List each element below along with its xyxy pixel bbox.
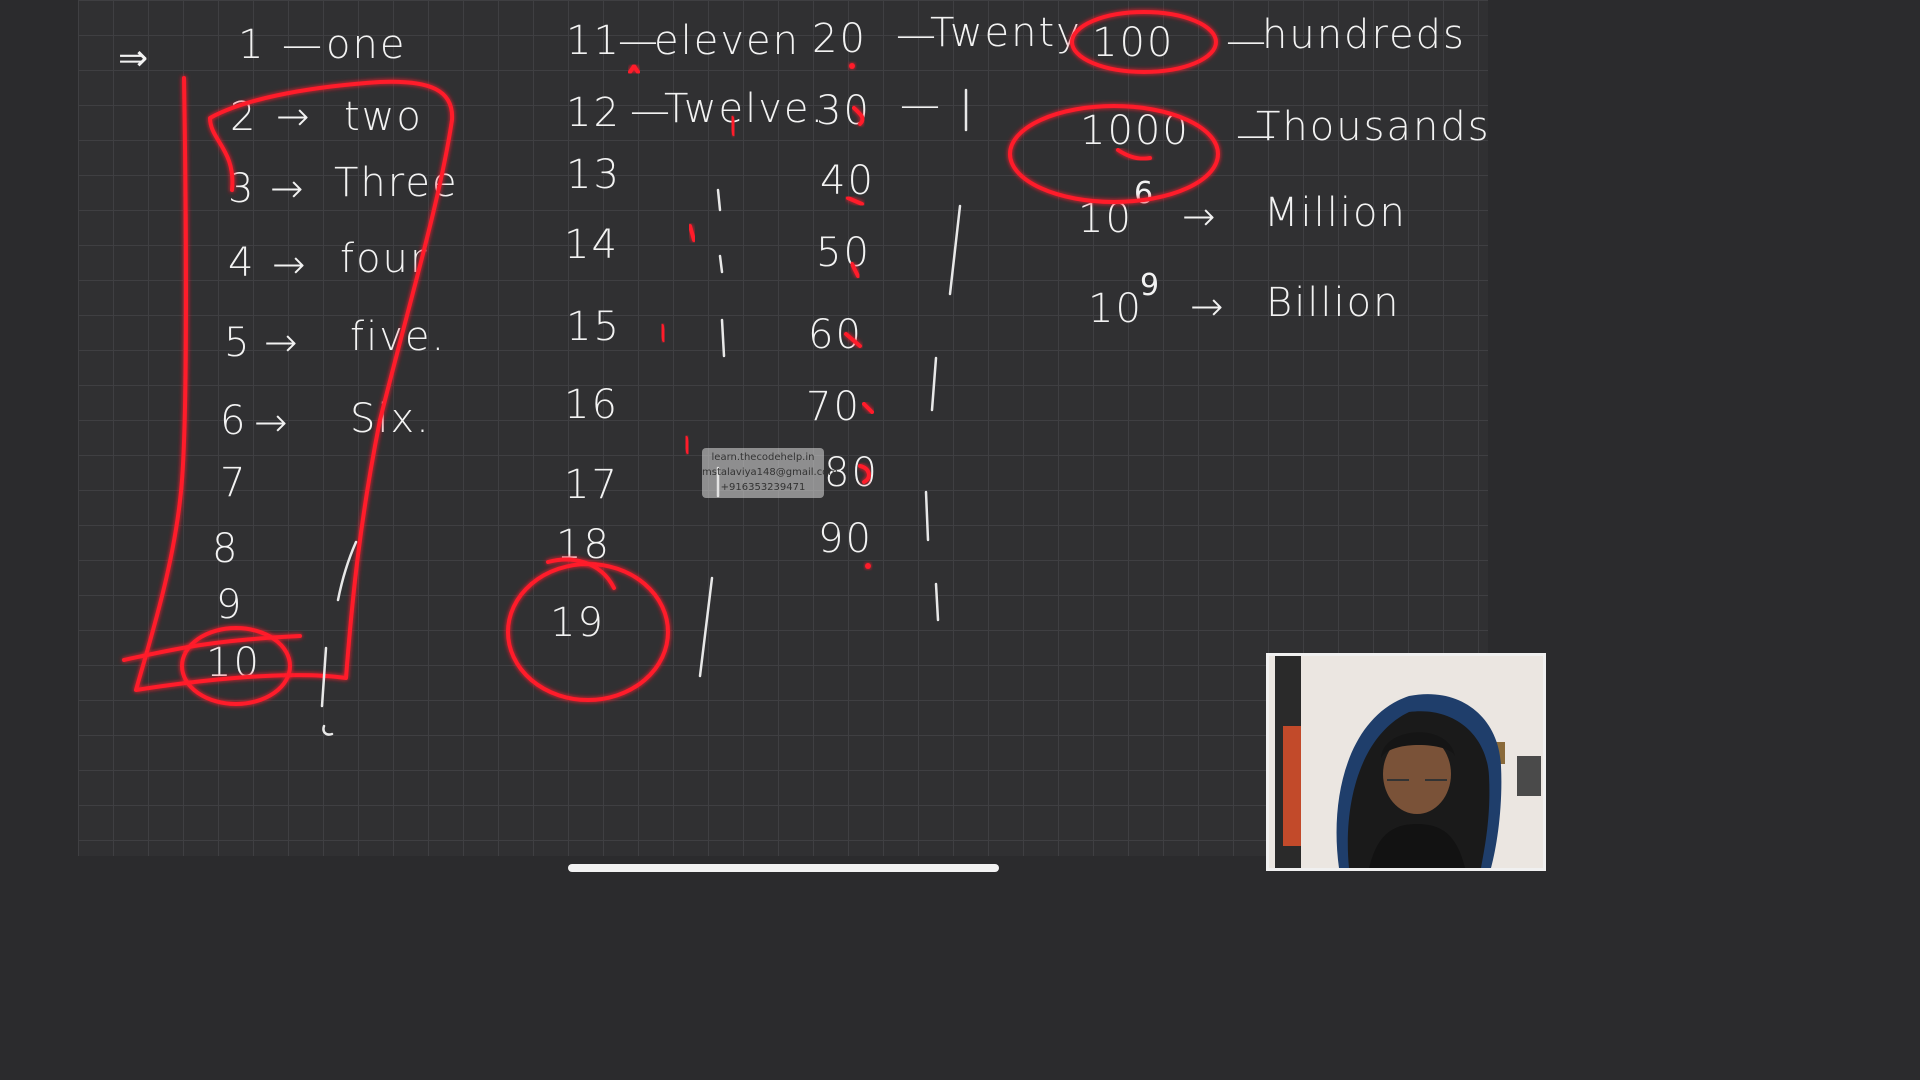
row-19-number: 19 [550,600,605,646]
row-100-word: hundreds [1262,12,1466,58]
row-13-number: 13 [566,152,621,198]
row-million-word: Million [1264,190,1407,236]
row-billion-word: Billion [1266,280,1401,326]
row-50-number: 50 [816,230,871,276]
row-2-word: two [344,94,423,140]
row-5-number: 5 [224,320,252,366]
row-100-number: 100 [1092,20,1175,66]
row-1-word: one [326,22,407,68]
row-8-number: 8 [212,526,240,572]
row-2-number: 2 [230,94,258,140]
watermark-box: learn.thecodehelp.in mstalaviya148@gmail… [702,448,839,498]
row-17-number: 17 [564,462,619,508]
row-60-number: 60 [808,312,863,358]
row-70-number: 70 [806,384,861,430]
row-billion-exponent: 9 [1140,268,1160,303]
watermark-site: learn.thecodehelp.in [711,452,815,463]
row-million-sep: → [1182,194,1218,240]
row-6-word: Six. [350,396,431,442]
arrow-marker: ⇒ [118,38,151,79]
row-4-sep: → [272,242,308,288]
scroll-indicator[interactable] [568,864,999,872]
row-3-word: Three [334,160,459,206]
row-11-number: 11 [566,18,621,64]
webcam-overlay [1266,653,1546,871]
row-9-number: 9 [216,582,244,628]
row-3-sep: → [270,166,306,212]
row-11-word: eleven [654,18,800,64]
row-30-sep: — [900,82,942,128]
row-20-word: Twenty [930,10,1082,56]
row-1000-number: 1000 [1080,108,1190,154]
row-30-number: 30 [816,88,871,134]
row-12-number: 12 [566,90,621,136]
row-billion-base: 10 [1088,286,1143,332]
row-3-number: 3 [228,166,256,212]
watermark-email: mstalaviya148@gmail.com [702,467,839,478]
row-million-exponent: 6 [1134,176,1154,211]
row-18-number: 18 [556,522,611,568]
watermark-phone: +916353239471 [720,482,806,493]
row-5-sep: → [264,320,300,366]
row-40-number: 40 [820,158,875,204]
row-16-number: 16 [564,382,619,428]
row-1000-word: Thousands [1256,104,1491,150]
row-1-sep: — [282,22,324,68]
row-billion-sep: → [1190,284,1226,330]
row-2-sep: → [276,94,312,140]
row-12-word: Twelve. [664,86,826,132]
row-90-number: 90 [818,516,873,562]
row-7-number: 7 [220,460,248,506]
row-4-word: four [340,236,429,282]
row-5-word: five. [350,314,447,360]
row-10-number: 10 [206,640,261,686]
row-4-number: 4 [228,240,256,286]
row-million-base: 10 [1078,196,1133,242]
row-20-number: 20 [812,16,867,62]
row-1-number: 1 [238,22,266,68]
row-6-sep: → [254,400,290,446]
presenter-video-icon [1269,656,1543,868]
row-15-number: 15 [566,304,621,350]
row-6-number: 6 [220,398,248,444]
row-14-number: 14 [564,222,619,268]
